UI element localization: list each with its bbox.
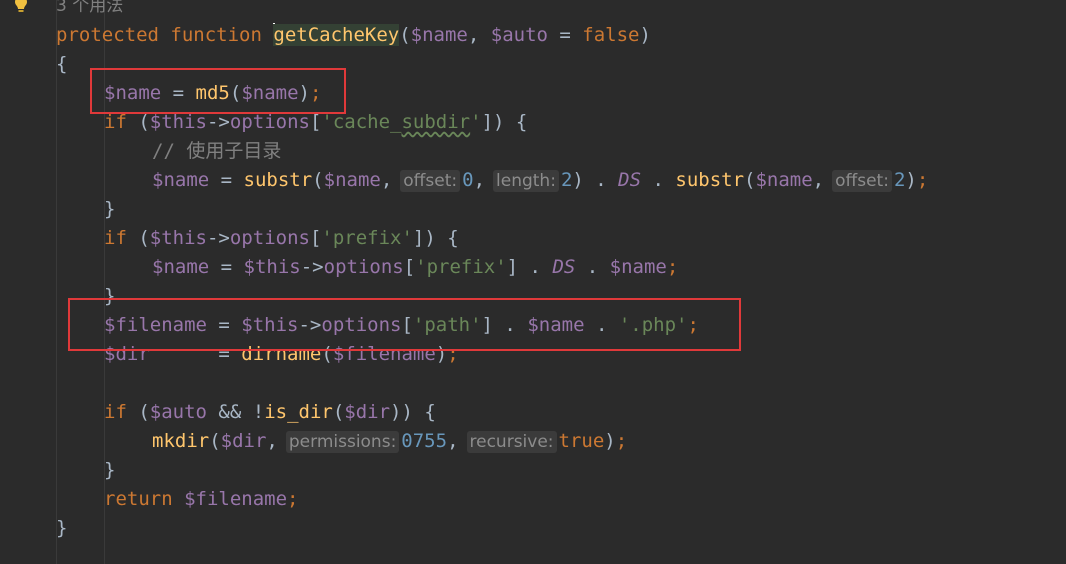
comment: // 使用子目录 <box>152 140 282 162</box>
function-call: mkdir <box>152 430 210 452</box>
brace: } <box>104 459 116 481</box>
string: ' <box>470 111 482 133</box>
operator: -> <box>206 227 230 249</box>
number: 2 <box>893 169 906 191</box>
variable: $name <box>104 82 162 104</box>
variable: $name <box>609 256 667 278</box>
variable: $filename <box>104 314 207 336</box>
string-typo: subdir <box>401 111 471 133</box>
code-line-9[interactable]: $name = $this->options['prefix'] . DS . … <box>152 253 678 282</box>
keyword: if <box>104 227 127 249</box>
lightbulb-icon[interactable] <box>12 0 30 14</box>
operator: -> <box>206 111 230 133</box>
operator: = <box>209 169 244 191</box>
code-line-11[interactable]: $filename = $this->options['path'] . $na… <box>104 311 699 340</box>
code-line-5[interactable]: // 使用子目录 <box>152 137 281 166</box>
code-line-3[interactable]: $name = md5($name); <box>104 79 321 108</box>
variable: $name <box>152 256 210 278</box>
param: $auto <box>490 24 548 46</box>
brace: { <box>56 53 68 75</box>
brace: } <box>104 285 116 307</box>
code-line-4[interactable]: if ($this->options['cache_subdir']) { <box>104 108 527 137</box>
operator: = <box>206 314 242 336</box>
argument: $name <box>241 82 299 104</box>
number: 2 <box>560 169 573 191</box>
function-name: getCacheKey <box>273 24 400 46</box>
number: 0755 <box>401 430 448 452</box>
argument: $dir <box>344 401 391 423</box>
function-call: substr <box>675 169 745 191</box>
code-line-12[interactable]: $dir = dirname($filename); <box>104 340 459 369</box>
argument: $filename <box>332 343 436 365</box>
code-line-2[interactable]: { <box>56 50 67 79</box>
param: $name <box>410 24 468 46</box>
code-line-14[interactable]: if ($auto && !is_dir($dir)) { <box>104 398 436 427</box>
property: options <box>321 314 402 336</box>
param-hint: permissions: <box>285 431 400 453</box>
code-line-1[interactable]: protected function getCacheKey($name, $a… <box>56 21 651 50</box>
code-line-6[interactable]: $name = substr($name, offset: 0, length: 2) … <box>152 166 928 195</box>
variable: $this <box>241 314 299 336</box>
property: options <box>229 227 310 249</box>
operator: = <box>161 82 196 104</box>
number: 0 <box>462 169 474 191</box>
operator: = <box>209 256 244 278</box>
variable: $name <box>152 169 210 191</box>
argument: $name <box>323 169 381 191</box>
operator: = <box>547 24 583 46</box>
property: options <box>229 111 310 133</box>
variable: $filename <box>184 488 288 510</box>
keyword: protected <box>56 24 159 46</box>
operator: -> <box>300 256 324 278</box>
variable: $this <box>149 111 207 133</box>
keyword: false <box>582 24 640 46</box>
argument: $dir <box>220 430 267 452</box>
argument: $name <box>755 169 813 191</box>
param-hint: recursive: <box>466 431 557 453</box>
operator: = <box>149 343 242 365</box>
function-call: substr <box>243 169 313 191</box>
string: 'path' <box>412 314 482 336</box>
brace: } <box>56 517 68 539</box>
variable: $dir <box>104 343 150 365</box>
code-line-16[interactable]: } <box>104 456 115 485</box>
constant: DS <box>618 169 642 191</box>
code-line-8[interactable]: if ($this->options['prefix']) { <box>104 224 459 253</box>
string: '.php' <box>618 314 688 336</box>
keyword: function <box>170 24 262 46</box>
string: 'prefix' <box>321 227 413 249</box>
variable: $this <box>243 256 301 278</box>
code-line-17[interactable]: return $filename; <box>104 485 299 514</box>
string: 'prefix' <box>415 256 507 278</box>
code-editor[interactable]: 3 个用法 protected function getCacheKey($na… <box>0 0 1066 564</box>
code-line-18[interactable]: } <box>56 514 67 543</box>
string: 'cache_ <box>321 111 402 133</box>
keyword: if <box>104 111 127 133</box>
operator: -> <box>298 314 322 336</box>
variable: $auto <box>149 401 207 423</box>
property: options <box>323 256 404 278</box>
keyword: return <box>104 488 173 510</box>
function-call: dirname <box>241 343 322 365</box>
function-call: is_dir <box>264 401 333 423</box>
param-hint: offset: <box>832 170 892 192</box>
param-hint: offset: <box>400 170 461 192</box>
function-call: md5 <box>195 82 230 104</box>
code-line-7[interactable]: } <box>104 195 115 224</box>
param-hint: length: <box>493 170 559 192</box>
constant: DS <box>552 256 576 278</box>
indent-guide <box>56 0 57 564</box>
variable: $this <box>149 227 207 249</box>
brace: } <box>104 198 116 220</box>
keyword: true <box>558 430 605 452</box>
code-line-10[interactable]: } <box>104 282 115 311</box>
keyword: if <box>104 401 127 423</box>
variable: $name <box>527 314 585 336</box>
code-line-15[interactable]: mkdir($dir, permissions: 0755, recursive: tr… <box>152 427 627 456</box>
usages-hint[interactable]: 3 个用法 <box>56 0 123 21</box>
